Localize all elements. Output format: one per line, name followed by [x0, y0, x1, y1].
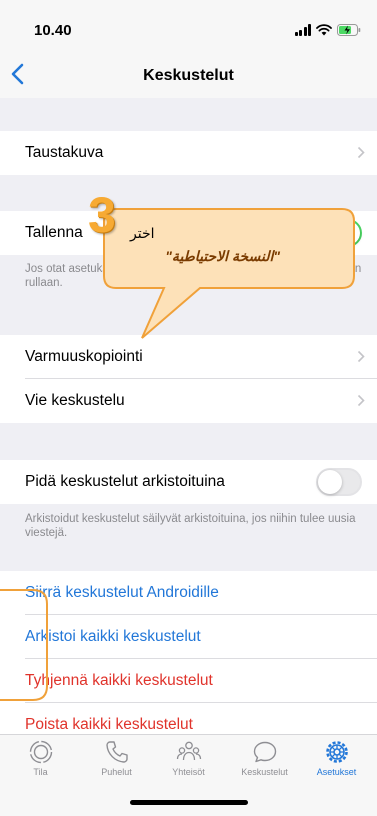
tutorial-overlay [0, 208, 355, 701]
callout-instruction-line1: اختر [130, 225, 155, 241]
callout-instruction-line2: "النسخة الاحتياطية" [165, 248, 280, 264]
step-number: 3 [88, 187, 116, 243]
highlight-frame [0, 589, 48, 701]
